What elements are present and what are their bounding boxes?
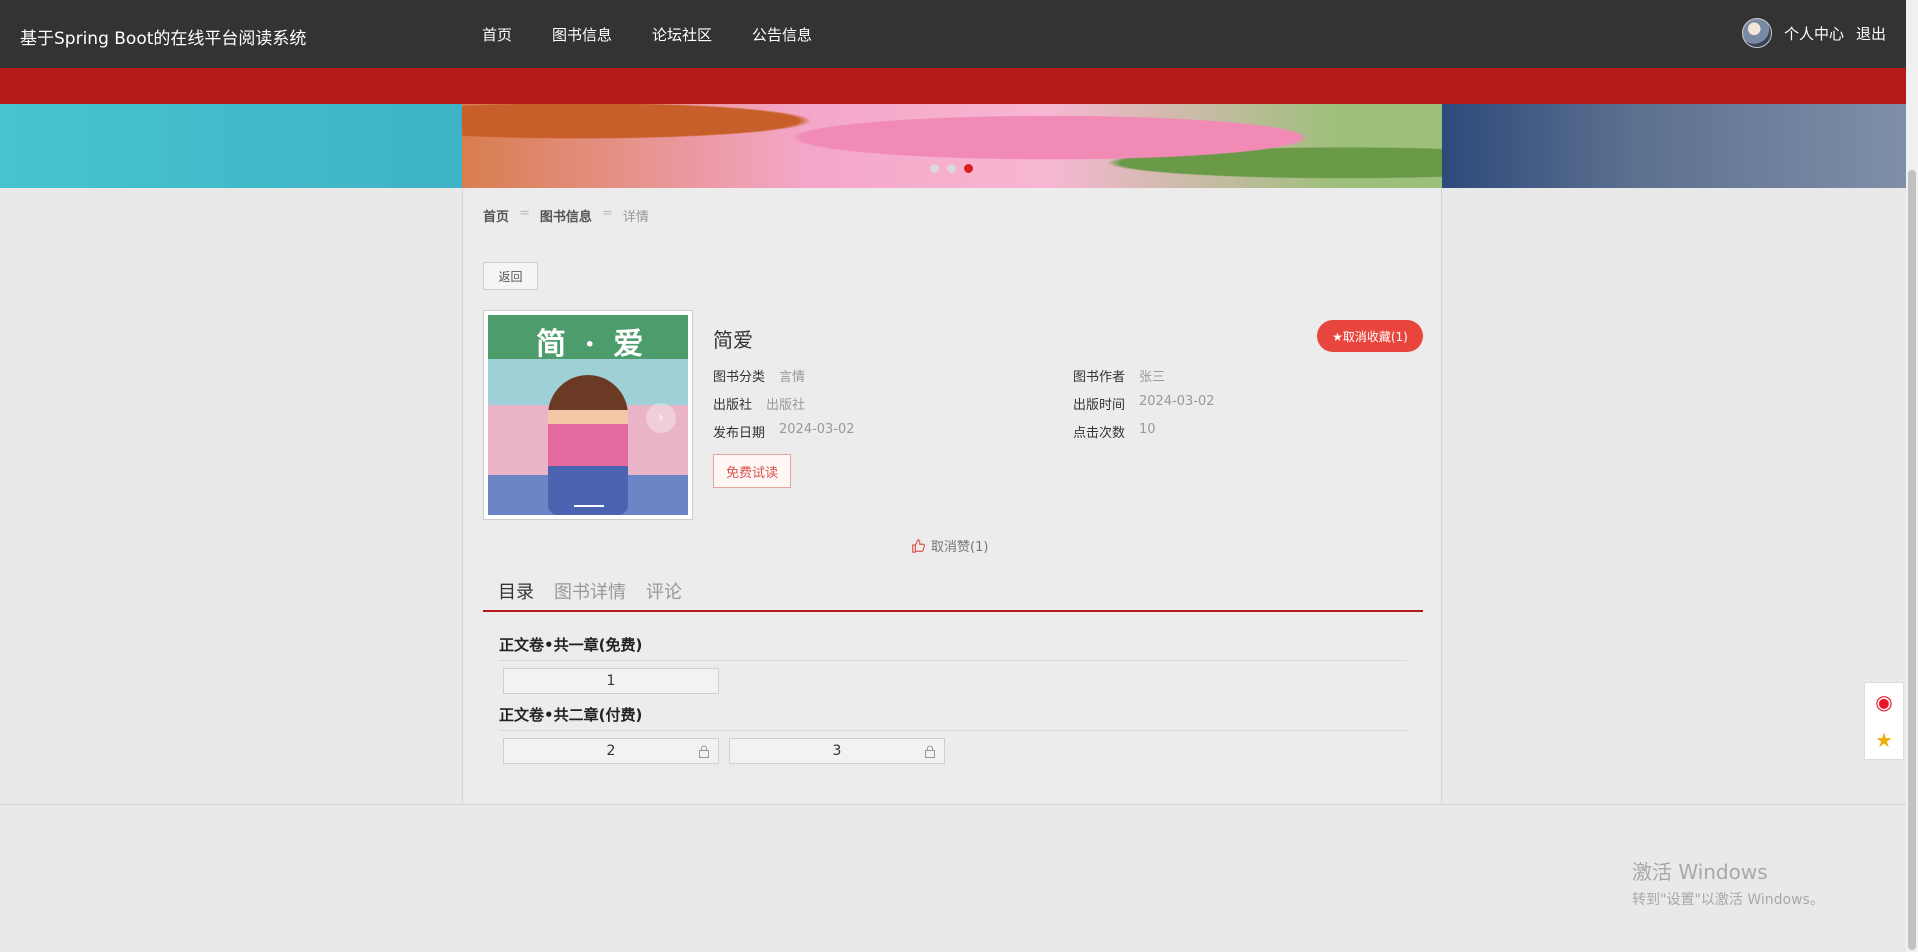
share-sidebar: ◉ ★ xyxy=(1864,682,1904,760)
cover-image: 简 · 爱 › xyxy=(488,315,688,515)
pubdate-value: 2024-03-02 xyxy=(1139,394,1215,409)
author-value: 张三 xyxy=(1139,370,1166,385)
lock-icon xyxy=(925,745,935,758)
chapter-label: 1 xyxy=(606,673,616,689)
category-label: 图书分类 xyxy=(713,370,766,385)
banner-right-bg xyxy=(1442,104,1906,188)
banner-image[interactable] xyxy=(462,104,1442,188)
cover-illustration xyxy=(548,375,628,515)
main-nav: 首页 图书信息 论坛社区 公告信息 xyxy=(482,24,812,45)
windows-activation-watermark: 激活 Windows 转到"设置"以激活 Windows。 xyxy=(1632,856,1824,909)
accent-bar xyxy=(0,68,1906,104)
nav-home[interactable]: 首页 xyxy=(482,24,512,45)
banner-carousel xyxy=(0,104,1906,188)
info-pubdate: 出版时间 2024-03-02 xyxy=(1073,394,1215,413)
tab-book-details[interactable]: 图书详情 xyxy=(554,578,626,610)
info-publisher: 出版社 出版社 xyxy=(713,394,805,413)
user-area: 个人中心 退出 xyxy=(1741,18,1886,48)
release-value: 2024-03-02 xyxy=(779,422,855,437)
chapter-item[interactable]: 1 xyxy=(503,668,719,694)
book-cover: 简 · 爱 › xyxy=(483,310,693,520)
tab-catalog[interactable]: 目录 xyxy=(498,578,534,610)
top-navbar: 基于Spring Boot的在线平台阅读系统 首页 图书信息 论坛社区 公告信息… xyxy=(0,0,1906,68)
logout-link[interactable]: 退出 xyxy=(1856,23,1886,44)
free-trial-button[interactable]: 免费试读 xyxy=(713,454,791,488)
divider xyxy=(499,730,1407,731)
like-label: 取消赞(1) xyxy=(931,540,989,555)
publisher-value: 出版社 xyxy=(766,398,806,413)
pubdate-label: 出版时间 xyxy=(1073,398,1126,413)
star-icon[interactable]: ★ xyxy=(1875,728,1893,752)
breadcrumb: 首页 = 图书信息 = 详情 xyxy=(483,206,649,225)
chevron-right-icon[interactable]: › xyxy=(646,403,676,433)
scrollbar-thumb[interactable] xyxy=(1908,170,1916,950)
unlike-button[interactable]: 取消赞(1) xyxy=(911,536,988,555)
info-release: 发布日期 2024-03-02 xyxy=(713,422,855,441)
publisher-label: 出版社 xyxy=(713,398,753,413)
lock-icon xyxy=(699,745,709,758)
weibo-icon[interactable]: ◉ xyxy=(1875,690,1892,714)
chapter-item-locked[interactable]: 3 xyxy=(729,738,945,764)
cover-indicator xyxy=(574,505,604,507)
volume-title-paid: 正文卷•共二章(付费) xyxy=(499,706,643,724)
book-title: 简爱 xyxy=(713,328,753,352)
chapter-item-locked[interactable]: 2 xyxy=(503,738,719,764)
category-value: 言情 xyxy=(779,370,806,385)
nav-notice[interactable]: 公告信息 xyxy=(752,24,812,45)
unfavorite-button[interactable]: ★取消收藏(1) xyxy=(1317,320,1423,352)
avatar[interactable] xyxy=(1741,18,1772,48)
info-clicks: 点击次数 10 xyxy=(1073,422,1156,441)
banner-left-bg xyxy=(0,104,462,188)
clicks-label: 点击次数 xyxy=(1073,426,1126,441)
carousel-dot-active[interactable] xyxy=(964,164,973,173)
carousel-dot[interactable] xyxy=(947,164,956,173)
footer-divider xyxy=(0,804,1906,805)
breadcrumb-books[interactable]: 图书信息 xyxy=(540,206,592,225)
book-detail-panel: 首页 = 图书信息 = 详情 返回 简 · 爱 › 简爱 ★取消收藏(1) 图书… xyxy=(462,188,1442,804)
tab-comments[interactable]: 评论 xyxy=(646,578,682,610)
site-title[interactable]: 基于Spring Boot的在线平台阅读系统 xyxy=(20,24,306,49)
nav-books[interactable]: 图书信息 xyxy=(552,24,612,45)
chapter-label: 2 xyxy=(606,743,616,759)
release-label: 发布日期 xyxy=(713,426,766,441)
back-button[interactable]: 返回 xyxy=(483,262,538,290)
breadcrumb-separator: = xyxy=(519,206,530,221)
clicks-value: 10 xyxy=(1139,422,1156,437)
cover-title: 简 · 爱 xyxy=(536,327,648,362)
carousel-indicators xyxy=(930,164,973,173)
activation-title: 激活 Windows xyxy=(1632,860,1768,884)
detail-tabs: 目录 图书详情 评论 xyxy=(483,578,1423,612)
info-author: 图书作者 张三 xyxy=(1073,366,1165,385)
activation-hint: 转到"设置"以激活 Windows。 xyxy=(1632,892,1824,908)
user-center-link[interactable]: 个人中心 xyxy=(1784,23,1844,44)
breadcrumb-current: 详情 xyxy=(622,210,649,225)
breadcrumb-home[interactable]: 首页 xyxy=(483,206,509,225)
volume-title-free: 正文卷•共一章(免费) xyxy=(499,636,643,654)
chapter-label: 3 xyxy=(832,743,842,759)
thumbs-up-icon xyxy=(912,538,925,553)
nav-forum[interactable]: 论坛社区 xyxy=(652,24,712,45)
divider xyxy=(499,660,1407,661)
author-label: 图书作者 xyxy=(1073,370,1126,385)
carousel-dot[interactable] xyxy=(930,164,939,173)
breadcrumb-separator: = xyxy=(601,206,613,221)
info-category: 图书分类 言情 xyxy=(713,366,805,385)
